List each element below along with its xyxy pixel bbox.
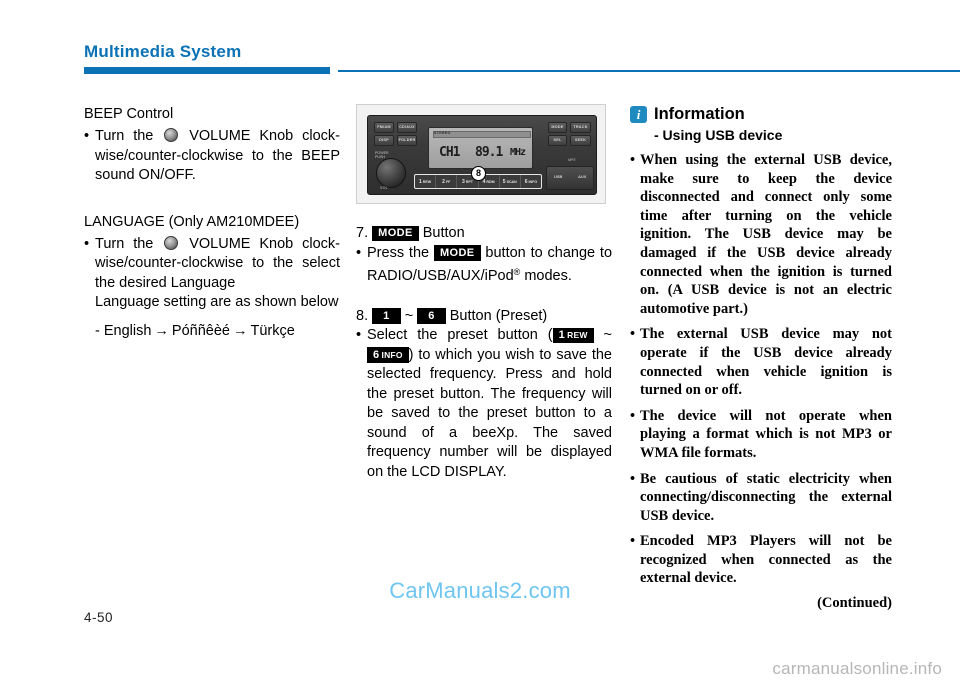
- information-subtitle: - Using USB device: [654, 127, 783, 143]
- volume-knob-icon: [164, 235, 179, 250]
- information-bullet-text: Be cautious of static electricity when c…: [640, 470, 892, 524]
- sel-button[interactable]: SEL: [548, 135, 567, 146]
- bullet-marker: •: [356, 244, 362, 261]
- information-bullet: • Be cautious of static electricity when…: [630, 470, 892, 526]
- volume-knob-icon: [164, 128, 179, 142]
- bullet-marker: •: [356, 327, 362, 343]
- information-bullet-text: The external USB device may not operate …: [640, 326, 892, 399]
- page-number: 4-50: [84, 610, 114, 625]
- aux-port-label: AUX: [578, 174, 587, 179]
- header-thin-rule: [338, 70, 960, 72]
- language-bullet: • Turn the VOLUME Knob clock-wise/counte…: [84, 235, 340, 294]
- seek-down-button[interactable]: SEEK: [570, 135, 591, 146]
- language-item-turkish: Türkçe: [250, 322, 295, 339]
- item8-bullet-post: ) to which you wish to save the selected…: [367, 346, 612, 480]
- arrow-icon: →: [154, 322, 169, 339]
- beep-control-bullet: • Turn the VOLUME Knob clock-wise/counte…: [84, 127, 340, 186]
- usb-port-label: USB: [554, 174, 563, 179]
- item7-number: 7.: [356, 225, 369, 241]
- item8-number: 8.: [356, 307, 369, 324]
- information-bullet-text: When using the external USB device, make…: [640, 152, 892, 317]
- mp3-logo-label: MP3: [568, 158, 576, 162]
- language-item-english: English: [103, 322, 152, 339]
- preset-6-keycap: 6: [417, 308, 446, 324]
- left-column: BEEP Control • Turn the VOLUME Knob cloc…: [84, 104, 340, 341]
- item7-bullet-end: modes.: [520, 268, 572, 284]
- information-bullet-text: The device will not operate when playing…: [640, 407, 892, 461]
- mode-keycap: MODE: [433, 245, 481, 261]
- cd-aux-button[interactable]: CD/AUX: [397, 122, 417, 133]
- volume-power-knob[interactable]: [376, 158, 406, 188]
- page-title: Multimedia System: [84, 42, 242, 61]
- head-unit-body: FM/AM CD/AUX DISP FOLDER POWER PUSH VOL …: [367, 115, 597, 195]
- lcd-channel: CH1: [439, 145, 461, 160]
- bullet-marker: •: [630, 326, 636, 343]
- watermark-carmanualsonline: carmanualsonline.info: [772, 659, 942, 678]
- bullet-marker: •: [630, 470, 636, 487]
- bullet-marker: •: [630, 407, 636, 424]
- lcd-stereo-indicator: STEREO: [434, 131, 451, 135]
- item8-mid-tilde: ~: [603, 327, 613, 343]
- language-note: Language setting are as shown below: [95, 294, 339, 310]
- mode-keycap: MODE: [372, 225, 419, 241]
- preset-6-info-keycap: 6 INFO: [367, 347, 409, 363]
- preset-button-6[interactable]: 6 INFO: [521, 175, 541, 188]
- lcd-frequency: 89.1: [475, 145, 503, 160]
- preset-button-1[interactable]: 1 REW: [415, 175, 437, 188]
- language-list-prefix: -: [95, 322, 104, 339]
- item7-heading: 7. MODE Button: [356, 224, 612, 244]
- information-icon: i: [630, 106, 647, 123]
- callout-marker-8: 8: [471, 166, 486, 181]
- language-list: - English → Póññêèé → Türkçe: [95, 322, 340, 342]
- middle-column: FM/AM CD/AUX DISP FOLDER POWER PUSH VOL …: [356, 104, 612, 482]
- preset-button-5[interactable]: 5 SCAN: [500, 175, 521, 188]
- bullet-marker: •: [630, 152, 636, 168]
- disp-button[interactable]: DISP: [374, 135, 394, 146]
- beep-control-heading: BEEP Control: [84, 106, 174, 122]
- lcd-display: STEREO CH1 89.1 MHz: [428, 127, 533, 169]
- information-title: Information: [654, 105, 745, 123]
- knob-label: VOL: [380, 186, 388, 190]
- item8-suffix: Button (Preset): [449, 307, 548, 324]
- item8-tilde: ~: [404, 307, 414, 324]
- language-bullet-lead: Turn the: [95, 235, 154, 252]
- preset-1-keycap: 1: [372, 308, 401, 324]
- lcd-frequency-unit: MHz: [510, 147, 526, 158]
- folder-button[interactable]: FOLDER: [397, 135, 417, 146]
- head-unit-figure: FM/AM CD/AUX DISP FOLDER POWER PUSH VOL …: [356, 104, 606, 204]
- item7-bullet: • Press the MODE button to change to RAD…: [356, 244, 612, 287]
- right-column: i Information - Using USB device • When …: [630, 104, 892, 612]
- track-up-button[interactable]: TRACK: [570, 122, 591, 133]
- bullet-marker: •: [84, 128, 90, 144]
- item8-bullet-pre: Select the preset button (: [367, 327, 553, 343]
- item8-bullet: • Select the preset button (1 REW ~ 6 INFO…: [356, 326, 612, 482]
- fm-am-button[interactable]: FM/AM: [374, 122, 394, 133]
- watermark-carmanuals2: CarManuals2.com: [389, 578, 571, 603]
- page-header: Multimedia System: [0, 0, 960, 78]
- preset-1-rew-keycap: 1 REW: [552, 327, 594, 343]
- header-accent-bar: [84, 67, 330, 74]
- information-bullet: • The device will not operate when playi…: [630, 407, 892, 463]
- bullet-marker: •: [84, 235, 90, 252]
- information-bullet: • When using the external USB device, ma…: [630, 151, 892, 318]
- information-header: i Information: [630, 104, 892, 124]
- item7-bullet-pre: Press the: [367, 244, 430, 261]
- item7-suffix: Button: [422, 225, 465, 241]
- preset-button-2[interactable]: 2 FF: [436, 175, 458, 188]
- language-heading: LANGUAGE (Only AM210MDEE): [84, 213, 300, 230]
- mode-button[interactable]: MODE: [548, 122, 567, 133]
- beep-bullet-lead: Turn the: [95, 128, 154, 144]
- item8-heading: 8. 1 ~ 6 Button (Preset): [356, 307, 612, 327]
- arrow-icon: →: [232, 322, 248, 339]
- information-bullet: • The external USB device may not operat…: [630, 325, 892, 399]
- language-item-russian: Póññêèé: [171, 322, 230, 339]
